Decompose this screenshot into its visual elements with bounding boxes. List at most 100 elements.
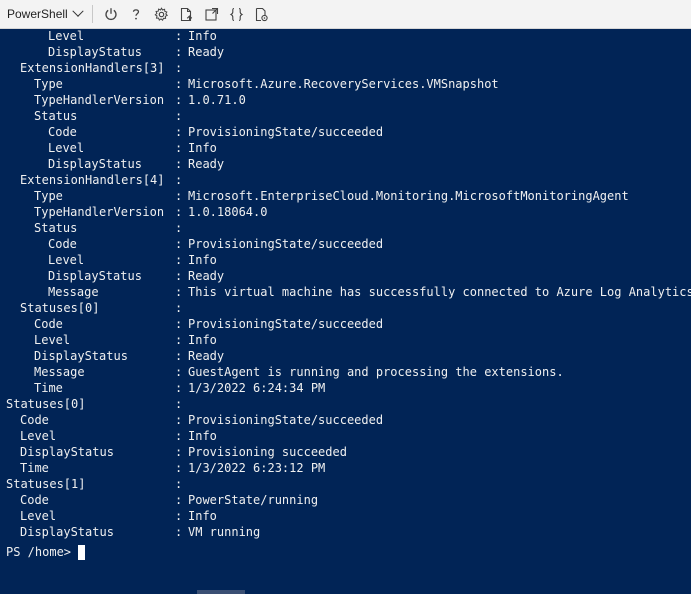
open-editor-button[interactable] bbox=[224, 3, 249, 25]
property-separator: : bbox=[175, 333, 183, 347]
property-name: TypeHandlerVersion bbox=[34, 93, 165, 107]
property-name: Status bbox=[34, 221, 78, 235]
property-value: Ready bbox=[188, 269, 225, 283]
property-value: 1.0.18064.0 bbox=[188, 205, 268, 219]
terminal-line: Status: bbox=[6, 220, 686, 236]
property-value: Info bbox=[188, 429, 217, 443]
terminal-line: Level: Info bbox=[6, 28, 686, 44]
property-separator: : bbox=[175, 77, 183, 91]
property-separator: : bbox=[175, 29, 183, 43]
editor-braces-icon bbox=[229, 7, 244, 22]
property-separator: : bbox=[175, 189, 183, 203]
text-cursor bbox=[78, 544, 86, 560]
terminal-output[interactable]: Level: Info DisplayStatus: Ready ExtensionHa… bbox=[0, 28, 691, 594]
terminal-line: Time:1/3/2022 6:23:12 PM bbox=[6, 460, 686, 476]
property-value: Ready bbox=[188, 45, 225, 59]
settings-icon bbox=[154, 6, 169, 22]
property-name: Level bbox=[48, 253, 85, 267]
toolbar-divider bbox=[91, 5, 93, 23]
property-name: DisplayStatus bbox=[34, 349, 128, 363]
property-separator: : bbox=[175, 205, 183, 219]
terminal-line: DisplayStatus: Provisioning succeeded bbox=[6, 444, 686, 460]
help-button[interactable] bbox=[124, 3, 149, 25]
property-separator: : bbox=[175, 93, 183, 107]
upload-download-button[interactable] bbox=[174, 3, 199, 25]
terminal-line: Code: ProvisioningState/succeeded bbox=[6, 236, 686, 252]
property-name: Level bbox=[20, 509, 57, 523]
property-value: Provisioning succeeded bbox=[188, 445, 347, 459]
terminal-line: Time:1/3/2022 6:24:34 PM bbox=[6, 380, 686, 396]
property-separator: : bbox=[175, 109, 183, 123]
shell-selector-dropdown[interactable]: PowerShell bbox=[0, 3, 88, 25]
command-prompt-line[interactable]: PS /home> bbox=[6, 544, 86, 560]
property-name: Code bbox=[20, 413, 49, 427]
property-name: Statuses[0] bbox=[20, 301, 100, 315]
property-value: 1/3/2022 6:23:12 PM bbox=[188, 461, 326, 475]
property-separator: : bbox=[175, 365, 183, 379]
terminal-line: DisplayStatus: Ready bbox=[6, 268, 686, 284]
terminal-line: Code: ProvisioningState/succeeded bbox=[6, 412, 686, 428]
property-separator: : bbox=[175, 45, 183, 59]
property-separator: : bbox=[175, 493, 183, 507]
terminal-line: TypeHandlerVersion:1.0.71.0 bbox=[6, 92, 686, 108]
property-value: ProvisioningState/succeeded bbox=[188, 413, 384, 427]
property-value: Info bbox=[188, 29, 217, 43]
property-value: ProvisioningState/succeeded bbox=[188, 237, 384, 251]
property-name: Code bbox=[48, 237, 77, 251]
property-name: Statuses[1] bbox=[6, 477, 86, 491]
property-value: Microsoft.Azure.RecoveryServices.VMSnaps… bbox=[188, 77, 499, 91]
property-name: Message bbox=[34, 365, 85, 379]
property-name: Code bbox=[48, 125, 77, 139]
property-separator: : bbox=[175, 397, 183, 411]
settings-button[interactable] bbox=[149, 3, 174, 25]
terminal-line: DisplayStatus: VM running bbox=[6, 524, 686, 540]
property-separator: : bbox=[175, 125, 183, 139]
property-name: DisplayStatus bbox=[20, 445, 114, 459]
property-name: Time bbox=[20, 461, 49, 475]
property-separator: : bbox=[175, 253, 183, 267]
terminal-line: Type: Microsoft.EnterpriseCloud.Monitorin… bbox=[6, 188, 686, 204]
property-separator: : bbox=[175, 429, 183, 443]
property-value: VM running bbox=[188, 525, 261, 539]
terminal-line: Statuses[0]: bbox=[6, 396, 686, 412]
terminal-line: Level: Info bbox=[6, 252, 686, 268]
property-name: Status bbox=[34, 109, 78, 123]
web-preview-button[interactable] bbox=[249, 3, 274, 25]
help-icon bbox=[129, 7, 143, 21]
cloud-shell-toolbar: PowerShell bbox=[0, 0, 691, 29]
terminal-line: Level: Info bbox=[6, 508, 686, 524]
terminal-line: Code: ProvisioningState/succeeded bbox=[6, 316, 686, 332]
property-separator: : bbox=[175, 173, 183, 187]
cloud-shell-window: PowerShell Level: Info DisplayStatus: … bbox=[0, 0, 691, 594]
property-name: Statuses[0] bbox=[6, 397, 86, 411]
property-name: Level bbox=[48, 29, 85, 43]
restart-button[interactable] bbox=[99, 3, 124, 25]
property-separator: : bbox=[175, 269, 183, 283]
terminal-line: DisplayStatus: Ready bbox=[6, 156, 686, 172]
open-new-session-icon bbox=[204, 7, 219, 22]
power-icon bbox=[104, 7, 118, 21]
property-separator: : bbox=[175, 317, 183, 331]
property-name: ExtensionHandlers[4] bbox=[20, 173, 165, 187]
property-value: PowerState/running bbox=[188, 493, 319, 507]
property-separator: : bbox=[175, 237, 183, 251]
property-value: Info bbox=[188, 509, 217, 523]
terminal-line: Level: Info bbox=[6, 140, 686, 156]
property-name: Code bbox=[20, 493, 49, 507]
horizontal-scrollbar-thumb[interactable] bbox=[197, 590, 245, 594]
property-name: DisplayStatus bbox=[20, 525, 114, 539]
property-separator: : bbox=[175, 285, 183, 299]
terminal-line: TypeHandlerVersion:1.0.18064.0 bbox=[6, 204, 686, 220]
upload-icon bbox=[179, 7, 194, 22]
property-name: Type bbox=[34, 189, 63, 203]
property-name: TypeHandlerVersion bbox=[34, 205, 165, 219]
property-name: DisplayStatus bbox=[48, 157, 142, 171]
terminal-line: Level: Info bbox=[6, 332, 686, 348]
property-name: Time bbox=[34, 381, 63, 395]
property-value: Microsoft.EnterpriseCloud.Monitoring.Mic… bbox=[188, 189, 629, 203]
terminal-line: Type: Microsoft.Azure.RecoveryServices.VM… bbox=[6, 76, 686, 92]
property-name: DisplayStatus bbox=[48, 269, 142, 283]
property-value: ProvisioningState/succeeded bbox=[188, 317, 384, 331]
open-new-session-button[interactable] bbox=[199, 3, 224, 25]
shell-selector-label: PowerShell bbox=[7, 7, 68, 21]
